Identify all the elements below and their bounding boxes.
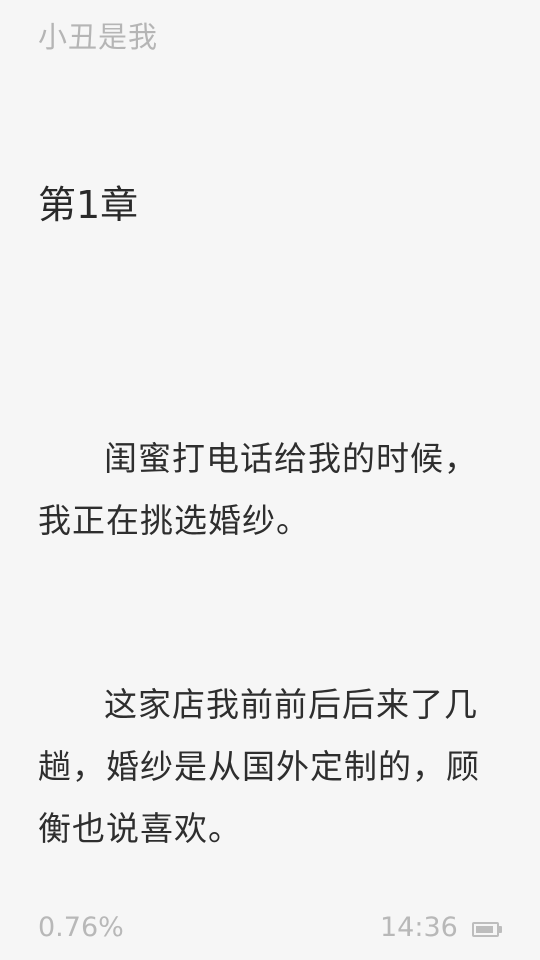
book-title: 小丑是我 [38,20,159,54]
reader-page[interactable]: 小丑是我 第1章 闺蜜打电话给我的时候，我正在挑选婚纱。 这家店我前前后后来了几… [0,0,540,960]
paragraph: 这家店我前前后后来了几趟，婚纱是从国外定制的，顾衡也说喜欢。 [38,685,480,848]
battery-fill [476,926,493,933]
reading-progress: 0.76% [38,912,124,943]
clock-time: 14:36 [380,912,458,943]
battery-icon [472,922,502,937]
battery-body [472,922,499,937]
chapter-title: 第1章 [38,183,139,227]
battery-tip [499,926,502,933]
paragraph: 闺蜜打电话给我的时候，我正在挑选婚纱。 [38,439,478,540]
